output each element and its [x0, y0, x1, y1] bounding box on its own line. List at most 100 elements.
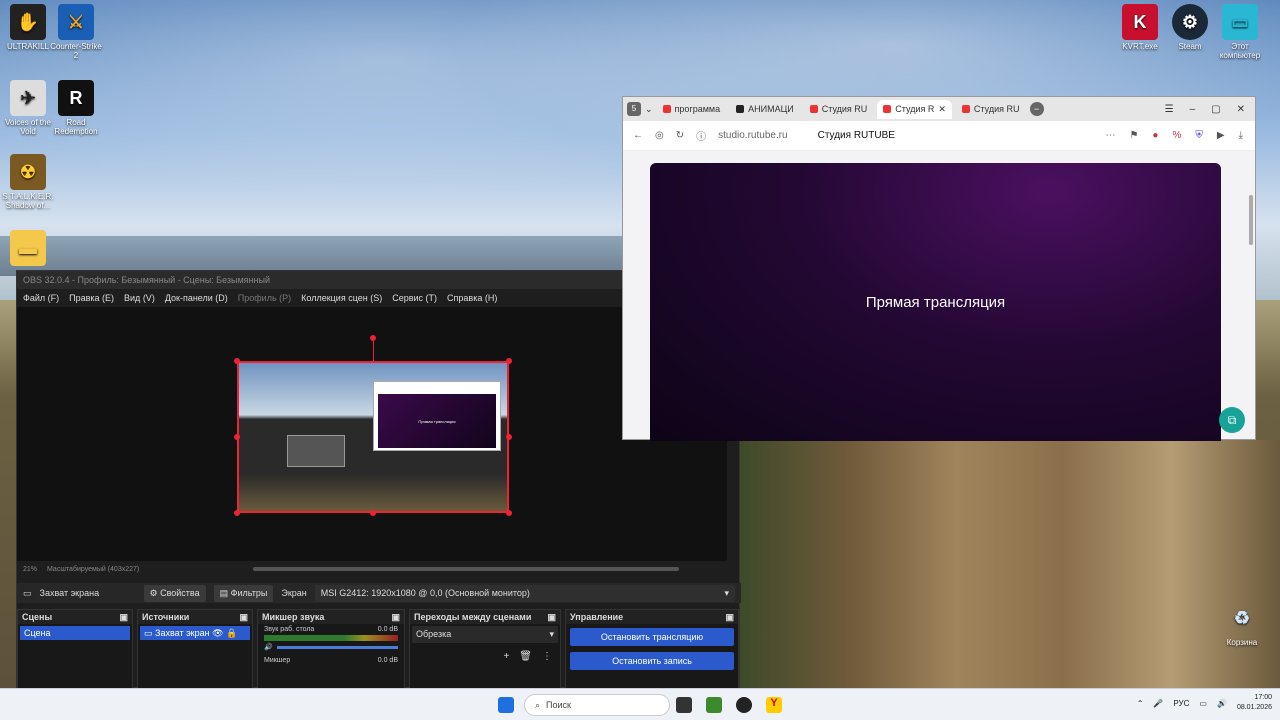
eye-icon[interactable]: 👁 — [212, 628, 223, 638]
address-bar: ← ◎ ↻ ⓘ studio.rutube.ru Студия RUTUBE ⋯… — [623, 121, 1255, 151]
resize-handle-bottom[interactable] — [370, 510, 376, 516]
menu-profile[interactable]: Профиль (P) — [238, 293, 291, 303]
chevron-up-icon[interactable]: ⌃ — [1137, 699, 1144, 708]
menu-file[interactable]: Файл (F) — [23, 293, 59, 303]
dock-menu-icon[interactable]: ▣ — [725, 612, 734, 623]
resize-handle-top-left[interactable] — [234, 358, 240, 364]
resize-handle-right[interactable] — [506, 434, 512, 440]
desktop-folder[interactable]: ▬ — [0, 230, 56, 268]
tab-program[interactable]: программа — [657, 100, 727, 118]
more-icon[interactable]: ⋮ — [542, 651, 552, 662]
tab-studio-1[interactable]: Студия RU — [804, 100, 874, 118]
close-window-icon[interactable]: ✕ — [1237, 104, 1245, 115]
task-view-icon[interactable] — [676, 697, 692, 713]
microphone-icon[interactable]: 🎤 — [1153, 699, 1163, 708]
obs-preview[interactable]: Прямая трансляция — [17, 307, 727, 561]
alice-icon[interactable]: ● — [1152, 130, 1158, 141]
transition-select[interactable]: Обрезка ▾ — [412, 626, 558, 643]
desktop-icon-recycle-bin[interactable]: ♻ Корзина — [1214, 600, 1270, 648]
start-icon[interactable] — [498, 697, 514, 713]
browser-logo-icon[interactable]: 5 — [627, 102, 641, 116]
tab-studio-3[interactable]: Студия RU — [956, 100, 1026, 118]
menu-tools[interactable]: Сервис (T) — [392, 293, 437, 303]
sources-dock-title: Источники — [142, 612, 190, 622]
volume-slider[interactable] — [276, 645, 398, 649]
screen-select[interactable]: MSI G2412: 1920x1080 @ 0,0 (Основной мон… — [314, 584, 735, 602]
resize-handle-bottom-left[interactable] — [234, 510, 240, 516]
stop-stream-button[interactable]: Остановить трансляцию — [570, 628, 734, 646]
maximize-icon[interactable]: ▢ — [1211, 104, 1220, 115]
clock[interactable]: 17:00 08.01.2026 — [1237, 693, 1272, 713]
reload-icon[interactable]: ↻ — [676, 130, 684, 141]
site-info-icon[interactable]: ⓘ — [696, 128, 706, 143]
back-icon[interactable]: ← — [633, 130, 643, 141]
new-tab-icon[interactable]: − — [1029, 102, 1044, 116]
protect-icon[interactable]: ◎ — [655, 130, 664, 141]
zoom-level[interactable]: 21% — [23, 566, 37, 573]
road-redemption-icon: R — [58, 80, 94, 116]
steam-icon: ⚙ — [1172, 4, 1208, 40]
scale-mode[interactable]: Масштабируемый (403x227) — [47, 566, 139, 573]
filters-button[interactable]: ▤ Фильтры — [213, 584, 274, 602]
desktop-icon-this-pc[interactable]: ▭ Этот компьютер — [1212, 4, 1268, 60]
resize-handle-left[interactable] — [234, 434, 240, 440]
tabs-menu-icon[interactable]: ⌄ — [645, 104, 653, 115]
chevron-down-icon: ▾ — [724, 587, 729, 598]
resize-handle-top-right[interactable] — [506, 358, 512, 364]
menu-docks[interactable]: Док-панели (D) — [165, 293, 228, 303]
resize-handle-bottom-right[interactable] — [506, 510, 512, 516]
speaker-icon[interactable]: 🔊 — [264, 643, 273, 651]
menu-edit[interactable]: Правка (E) — [69, 293, 114, 303]
volume-icon[interactable]: 🔊 — [1217, 699, 1227, 708]
preview-horizontal-scrollbar[interactable] — [253, 567, 679, 571]
bookmark-icon[interactable]: ⚑ — [1129, 130, 1138, 141]
mixer-channel2-level: 0.0 dB — [377, 657, 398, 664]
desktop-icon-kvrt[interactable]: K KVRT.exe — [1112, 4, 1168, 51]
properties-button[interactable]: ⚙ Свойства — [143, 584, 206, 602]
discount-icon[interactable]: % — [1172, 130, 1181, 141]
desktop-icon-steam[interactable]: ⚙ Steam — [1162, 4, 1218, 51]
scene-item[interactable]: Сцена — [20, 626, 130, 640]
menu-icon[interactable]: ☰ — [1165, 104, 1174, 115]
desktop-icon-stalker[interactable]: ☢ S.T.A.L.K.E.R. Shadow of... — [0, 154, 56, 210]
desktop-icon-road-redemption[interactable]: R Road Redemption — [48, 80, 104, 136]
stop-record-button[interactable]: Остановить запись — [570, 652, 734, 670]
tab-animation[interactable]: АНИМАЦИ — [730, 100, 800, 118]
source-toolbar: ▭ Захват экрана ⚙ Свойства ▤ Фильтры Экр… — [17, 583, 741, 603]
rutube-studio-icon — [883, 105, 892, 113]
keyboard-language[interactable]: РУС — [1173, 699, 1189, 708]
minimize-icon[interactable]: – — [1190, 104, 1196, 115]
extensions-icon[interactable]: ▶ — [1217, 130, 1225, 141]
menu-help[interactable]: Справка (H) — [447, 293, 497, 303]
live-stream-player[interactable]: Прямая трансляция — [650, 163, 1221, 441]
obs-icon[interactable] — [736, 697, 752, 713]
browser-window[interactable]: 5 ⌄ программа АНИМАЦИ Студия RU Студия R… — [622, 96, 1256, 441]
network-icon[interactable]: ▭ — [1199, 699, 1207, 708]
more-icon[interactable]: ⋯ — [1105, 130, 1115, 141]
yandex-browser-icon[interactable]: Y — [766, 697, 782, 713]
url-field[interactable]: studio.rutube.ru — [718, 130, 788, 141]
page-scrollbar[interactable] — [1249, 195, 1253, 245]
minecraft-icon[interactable] — [706, 697, 722, 713]
download-icon[interactable]: ⤓ — [1239, 130, 1243, 141]
desktop-icon-counter-strike[interactable]: ⚔ Counter-Strike 2 — [48, 4, 104, 60]
dock-menu-icon[interactable]: ▣ — [391, 612, 400, 623]
source-item[interactable]: ▭ Захват экран 👁 🔒 — [140, 626, 250, 640]
dock-menu-icon[interactable]: ▣ — [547, 612, 556, 623]
lock-icon[interactable]: 🔒 — [226, 628, 237, 638]
add-icon[interactable]: + — [503, 651, 509, 662]
dock-menu-icon[interactable]: ▣ — [119, 612, 128, 623]
tab-studio-active[interactable]: Студия R ✕ — [877, 99, 952, 119]
dock-menu-icon[interactable]: ▣ — [239, 612, 248, 623]
taskbar-search[interactable]: ⌕ Поиск — [524, 694, 670, 716]
screen-capture-source-box[interactable]: Прямая трансляция — [237, 361, 509, 513]
menu-view[interactable]: Вид (V) — [124, 293, 155, 303]
support-chat-icon[interactable]: ⧉ — [1219, 407, 1245, 433]
clock-date: 08.01.2026 — [1236, 704, 1272, 711]
close-tab-icon[interactable]: ✕ — [938, 104, 946, 115]
trash-icon[interactable]: 🗑 — [519, 651, 532, 662]
menu-scene-collection[interactable]: Коллекция сцен (S) — [301, 293, 382, 303]
shield-icon[interactable]: ⛨ — [1195, 130, 1203, 141]
mixer-channel-level: 0.0 dB — [377, 626, 398, 633]
player-status-text: Прямая трансляция — [865, 293, 1006, 311]
